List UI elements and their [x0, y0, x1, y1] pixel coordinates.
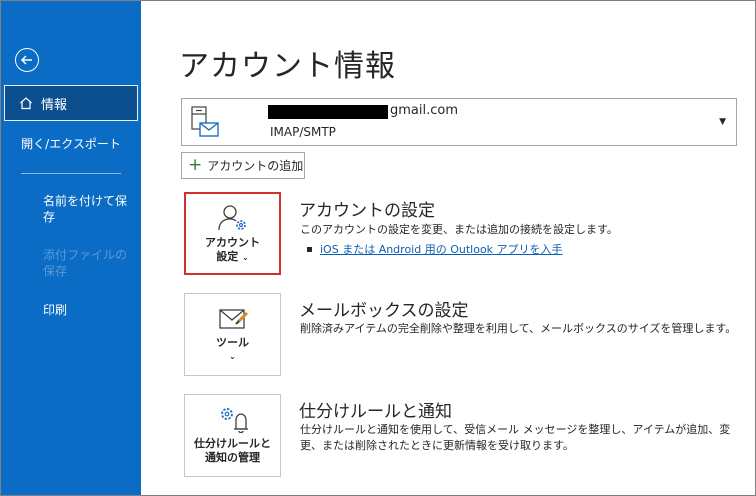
- outlook-mobile-link-row: iOS または Android 用の Outlook アプリを入手: [307, 241, 563, 257]
- account-selector[interactable]: gmail.com IMAP/SMTP ▼: [181, 98, 737, 146]
- tile-label-line2: 通知の管理: [205, 451, 260, 464]
- account-info-pane: アカウント情報 gmail.com IMAP/SMTP ▼ + アカウントの追加…: [141, 1, 755, 495]
- sidebar-item-save-as[interactable]: 名前を付けて保存: [1, 193, 141, 225]
- chevron-down-icon: ⌄: [242, 253, 249, 262]
- bullet: [307, 246, 312, 252]
- account-type: IMAP/SMTP: [270, 125, 336, 139]
- add-account-button[interactable]: + アカウントの追加: [181, 152, 305, 179]
- mail-tools-icon: [218, 309, 248, 329]
- sidebar-item-print[interactable]: 印刷: [1, 302, 141, 318]
- back-arrow-icon: [20, 55, 32, 65]
- tile-label-line1: 仕分けルールと: [194, 437, 271, 450]
- sidebar-item-save-attachments: 添付ファイルの保存: [43, 248, 128, 278]
- backstage-sidebar: 情報 開く/エクスポート 名前を付けて保存 添付ファイルの保存 印刷: [1, 1, 141, 495]
- redacted-address: [268, 105, 388, 119]
- chevron-down-icon: ⌄: [229, 352, 236, 361]
- sidebar-item-open-export[interactable]: 開く/エクスポート: [1, 136, 141, 152]
- manage-rules-button[interactable]: 仕分けルールと 通知の管理: [184, 394, 281, 477]
- mailbox-settings-title: メールボックスの設定: [299, 301, 469, 321]
- home-icon: [20, 97, 32, 110]
- account-settings-icon: [217, 205, 246, 231]
- rules-alerts-icon: [220, 408, 248, 434]
- mailbox-icon: [191, 106, 219, 137]
- page-title: アカウント情報: [179, 49, 396, 84]
- mailbox-settings-description: 削除済みアイテムの完全削除や整理を利用して、メールボックスのサイズを管理します。: [300, 322, 737, 335]
- tile-label-line2: 設定: [216, 250, 239, 263]
- back-button[interactable]: [15, 48, 39, 72]
- rules-alerts-description: 仕分けルールと通知を使用して、受信メール メッセージを整理し、アイテムが追加、変…: [300, 423, 731, 452]
- tile-label: ツール: [216, 336, 249, 349]
- sidebar-item-info[interactable]: 情報: [4, 85, 138, 121]
- add-account-label: アカウントの追加: [207, 159, 304, 173]
- tools-button[interactable]: ツール ⌄: [184, 293, 281, 376]
- tile-label-line1: アカウント: [205, 236, 260, 249]
- outlook-mobile-link[interactable]: iOS または Android 用の Outlook アプリを入手: [320, 241, 563, 257]
- sidebar-item-label: 情報: [41, 97, 68, 113]
- sidebar-divider: [21, 173, 121, 174]
- account-settings-title: アカウントの設定: [299, 201, 435, 221]
- account-email: gmail.com: [390, 103, 459, 118]
- account-settings-description: このアカウントの設定を変更、または追加の接続を設定します。: [300, 223, 618, 236]
- rules-alerts-title: 仕分けルールと通知: [299, 402, 452, 422]
- plus-icon: +: [188, 155, 203, 175]
- account-settings-button[interactable]: アカウント 設定 ⌄: [184, 192, 281, 275]
- chevron-down-icon[interactable]: ▼: [719, 117, 726, 127]
